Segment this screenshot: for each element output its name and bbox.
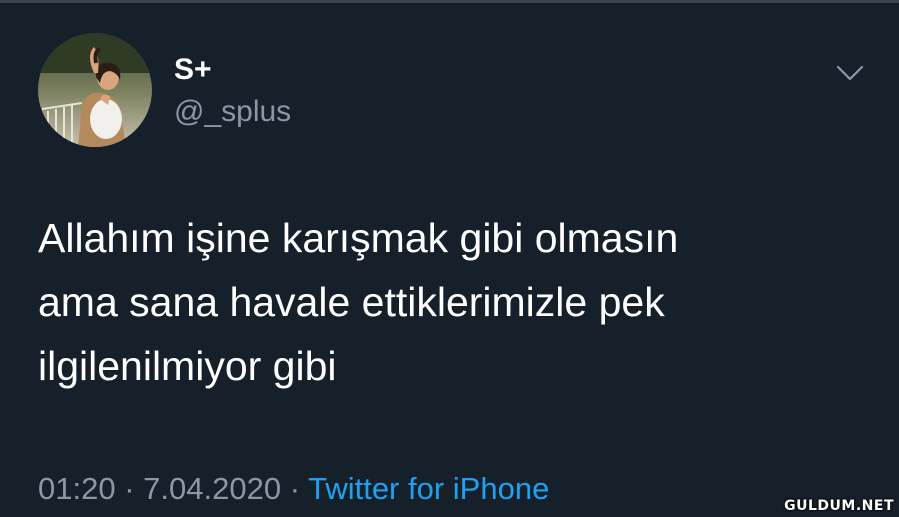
tweet-meta: 01:20 · 7.04.2020 · Twitter for iPhone (38, 470, 549, 508)
tweet-date[interactable]: 7.04.2020 (143, 471, 281, 506)
watermark: GULDUM.NET (784, 498, 894, 514)
user-handle[interactable]: @_splus (174, 94, 291, 130)
meta-separator: · (289, 471, 301, 506)
tweet-text: Allahım işine karışmak gibi olmasın ama … (38, 206, 858, 398)
tweet-time[interactable]: 01:20 (38, 471, 116, 506)
tweet-options-button[interactable] (832, 58, 868, 86)
tweet-text-line: ama sana havale ettiklerimizle pek (38, 279, 665, 325)
avatar-photo (38, 33, 152, 147)
avatar[interactable] (38, 33, 152, 147)
tweet-source-link[interactable]: Twitter for iPhone (308, 471, 549, 506)
tweet-text-line: ilgilenilmiyor gibi (38, 343, 337, 389)
chevron-down-icon (836, 65, 864, 81)
top-divider (0, 0, 899, 3)
meta-separator: · (124, 471, 135, 506)
tweet-text-line: Allahım işine karışmak gibi olmasın (38, 215, 679, 261)
display-name[interactable]: S+ (174, 52, 212, 88)
